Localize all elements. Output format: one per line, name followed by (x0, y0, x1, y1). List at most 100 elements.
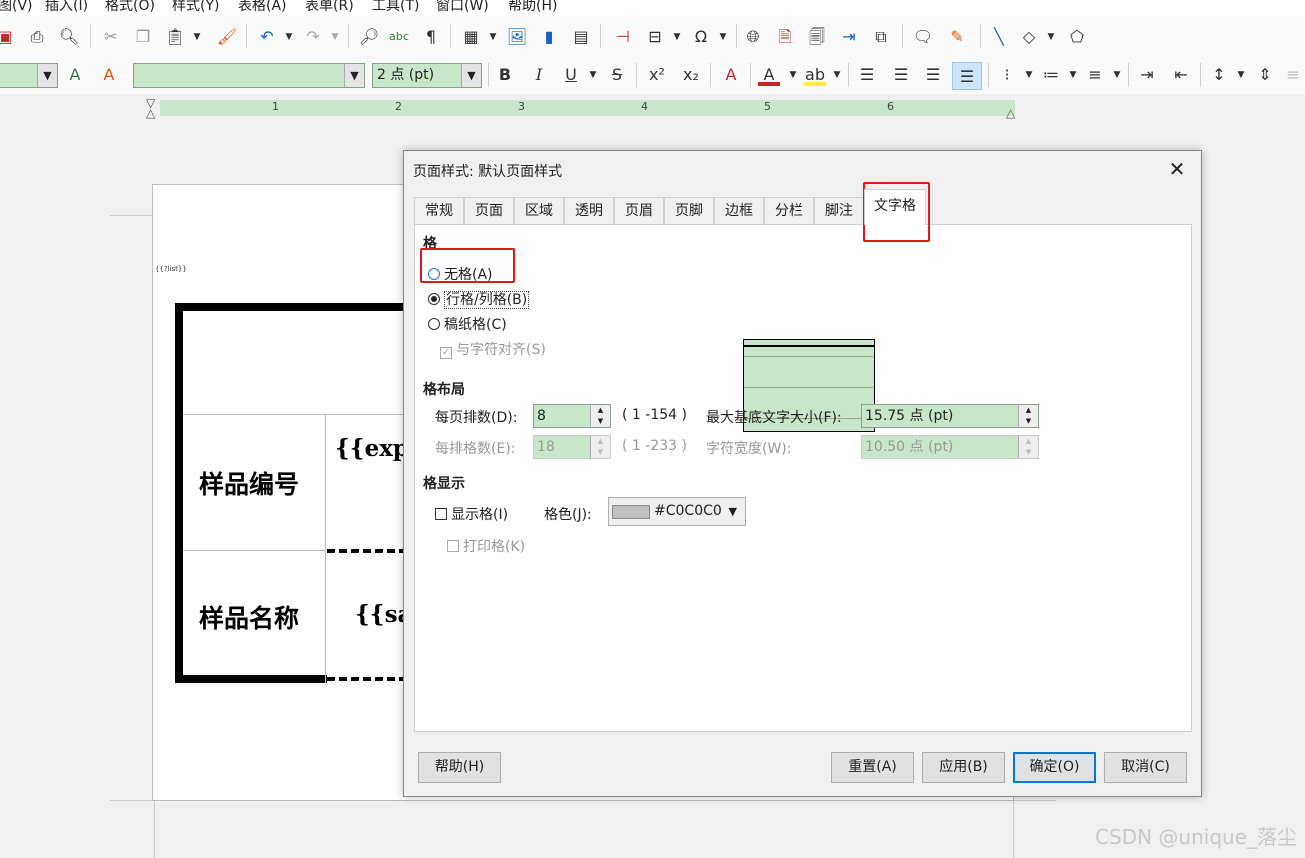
special-character-icon[interactable]: Ω (690, 26, 712, 48)
strikethrough-icon[interactable]: S (606, 64, 628, 86)
max-base-text-spinner[interactable]: 15.75 点 (pt) ▲ ▼ (861, 404, 1039, 428)
superscript-icon[interactable]: x² (646, 64, 668, 86)
shapes-icon[interactable]: ◇ (1018, 26, 1040, 48)
spin-down-icon[interactable]: ▼ (1019, 447, 1038, 458)
chevron-down-icon[interactable]: ▼ (37, 64, 57, 87)
tab-transparency[interactable]: 透明 (564, 197, 614, 224)
insert-table-icon[interactable]: ▦ (460, 26, 482, 48)
menu-tools[interactable]: 工具(T) (372, 0, 419, 15)
tab-header[interactable]: 页眉 (614, 197, 664, 224)
manuscript-grid-radio[interactable]: 稿纸格(C) (428, 314, 507, 334)
print-icon[interactable]: ⎙ (26, 26, 48, 48)
redo-icon[interactable]: ↷ (302, 26, 324, 48)
spin-down-icon[interactable]: ▼ (1019, 416, 1038, 427)
tab-general[interactable]: 常规 (414, 197, 464, 224)
undo-dropdown-icon[interactable]: ▼ (278, 26, 300, 48)
spinner-buttons[interactable]: ▲ ▼ (1018, 405, 1038, 427)
tab-footnote[interactable]: 脚注 (814, 197, 864, 224)
font-color-dropdown-icon[interactable]: ▼ (782, 64, 804, 86)
paste-icon[interactable]: 📋︎ (164, 26, 186, 48)
lines-per-page-spinner[interactable]: 8 ▲ ▼ (533, 404, 611, 428)
font-size-combo[interactable]: 2 点 (pt) ▼ (372, 63, 482, 88)
export-pdf-icon[interactable]: ▣ (0, 26, 16, 48)
insert-chart-icon[interactable]: ▮ (538, 26, 560, 48)
apply-button[interactable]: 应用(B) (922, 752, 1005, 783)
track-changes-icon[interactable]: ✎ (946, 26, 968, 48)
char-width-spinner[interactable]: 10.50 点 (pt) ▲ ▼ (861, 435, 1039, 459)
menu-help[interactable]: 帮助(H) (508, 0, 557, 15)
spin-up-icon[interactable]: ▲ (591, 436, 610, 447)
decrease-indent-icon[interactable]: ⇤ (1170, 64, 1192, 86)
special-char-dropdown-icon[interactable]: ▼ (712, 26, 734, 48)
ok-button[interactable]: 确定(O) (1013, 752, 1096, 783)
font-name-combo[interactable]: ▼ (133, 63, 365, 88)
chevron-down-icon[interactable]: ▼ (344, 64, 364, 87)
line-icon[interactable]: ╲ (988, 26, 1010, 48)
print-preview-icon[interactable]: 🔍︎ (58, 26, 80, 48)
comment-icon[interactable]: 🗨︎ (912, 26, 934, 48)
snap-to-chars-checkbox[interactable]: ✓ 与字符对齐(S) (440, 339, 546, 359)
draw-functions-icon[interactable]: ⬠ (1066, 26, 1088, 48)
tab-page[interactable]: 页面 (464, 197, 514, 224)
hyperlink-icon[interactable]: 🌐︎ (742, 26, 764, 48)
paragraph-spacing-icon[interactable]: ⇕ (1254, 64, 1276, 86)
rows-cols-grid-radio[interactable]: 行格/列格(B) (428, 289, 530, 309)
subscript-icon[interactable]: x₂ (680, 64, 702, 86)
outline-dropdown-icon[interactable]: ▼ (1106, 64, 1128, 86)
align-left-icon[interactable]: ☰ (856, 64, 878, 86)
more-options-icon[interactable]: ≡ (1282, 64, 1304, 86)
grid-color-dropdown[interactable]: #C0C0C0 ▼ (608, 497, 746, 526)
highlight-dropdown-icon[interactable]: ▼ (826, 64, 848, 86)
clear-formatting-icon[interactable]: A (720, 64, 742, 86)
redo-dropdown-icon[interactable]: ▼ (324, 26, 346, 48)
spinner-buttons[interactable]: ▲ ▼ (590, 436, 610, 458)
italic-icon[interactable]: I (528, 64, 550, 86)
clone-formatting-icon[interactable]: 🖌︎ (216, 26, 238, 48)
numbered-list-icon[interactable]: ≔ (1040, 64, 1062, 86)
menu-window[interactable]: 窗口(W) (436, 0, 489, 15)
tab-text-grid[interactable]: 文字格 (864, 189, 926, 225)
menu-styles[interactable]: 样式(Y) (172, 0, 219, 15)
update-style-icon[interactable]: A (64, 64, 86, 86)
insert-field-icon[interactable]: ⊟ (644, 26, 666, 48)
bold-icon[interactable]: B (494, 64, 516, 86)
spelling-icon[interactable]: abc (388, 26, 410, 48)
insert-textbox-icon[interactable]: ▤ (570, 26, 592, 48)
shapes-dropdown-icon[interactable]: ▼ (1040, 26, 1062, 48)
align-right-icon[interactable]: ☰ (922, 64, 944, 86)
line-spacing-icon[interactable]: ↕ (1208, 64, 1230, 86)
menu-insert[interactable]: 插入(I) (45, 0, 88, 15)
line-spacing-dropdown-icon[interactable]: ▼ (1230, 64, 1252, 86)
cross-reference-icon[interactable]: ⧉ (870, 26, 892, 48)
outline-list-icon[interactable]: ≡ (1084, 64, 1106, 86)
highlight-icon[interactable]: ab (804, 64, 826, 86)
right-indent-icon[interactable]: △ (1006, 106, 1015, 120)
paragraph-style-combo[interactable]: ▼ (0, 63, 58, 88)
menu-table[interactable]: 表格(A) (238, 0, 287, 15)
justify-icon[interactable]: ☰ (952, 62, 982, 90)
font-color-icon[interactable]: A (758, 64, 780, 86)
spin-up-icon[interactable]: ▲ (1019, 405, 1038, 416)
spinner-buttons[interactable]: ▲ ▼ (590, 405, 610, 427)
paste-dropdown-icon[interactable]: ▼ (186, 26, 208, 48)
copy-icon[interactable]: ❐ (132, 26, 154, 48)
undo-icon[interactable]: ↶ (256, 26, 278, 48)
cancel-button[interactable]: 取消(C) (1104, 752, 1187, 783)
menu-format[interactable]: 格式(O) (105, 0, 155, 15)
spin-down-icon[interactable]: ▼ (591, 447, 610, 458)
new-style-icon[interactable]: A (98, 64, 120, 86)
numbered-dropdown-icon[interactable]: ▼ (1062, 64, 1084, 86)
spin-up-icon[interactable]: ▲ (1019, 436, 1038, 447)
align-center-icon[interactable]: ☰ (890, 64, 912, 86)
bullet-list-icon[interactable]: ⁝ (996, 64, 1018, 86)
spin-up-icon[interactable]: ▲ (591, 405, 610, 416)
menu-view[interactable]: 图(V) (0, 0, 33, 15)
tab-columns[interactable]: 分栏 (764, 197, 814, 224)
field-dropdown-icon[interactable]: ▼ (666, 26, 688, 48)
footnote-icon[interactable]: 🗎︎ (774, 26, 796, 48)
tab-borders[interactable]: 边框 (714, 197, 764, 224)
left-indent-icon[interactable]: △ (146, 106, 155, 120)
underline-icon[interactable]: U (560, 64, 582, 86)
table-dropdown-icon[interactable]: ▼ (482, 26, 504, 48)
spinner-buttons[interactable]: ▲ ▼ (1018, 436, 1038, 458)
